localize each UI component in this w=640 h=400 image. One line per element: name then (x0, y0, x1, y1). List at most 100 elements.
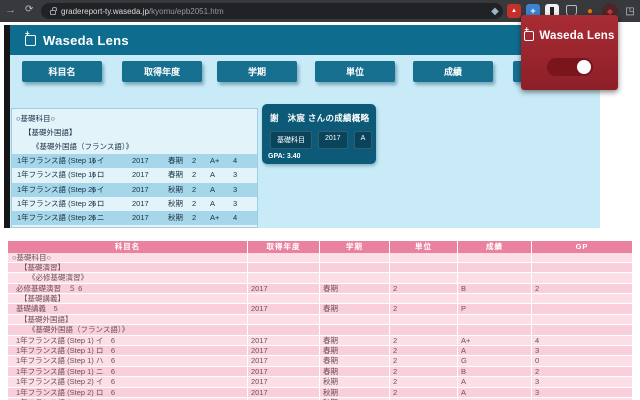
cell-term: 春期 (320, 283, 390, 294)
cell-subject-name: 【基礎外国語】 (8, 314, 248, 325)
course-gp: 4 (233, 213, 238, 223)
cell-term: 秋期 (320, 377, 390, 387)
waseda-lens-logo-icon (25, 30, 36, 46)
course-units: 2 (192, 170, 197, 180)
cell-subject-name: 1年フランス語 (Step 1) ロ 6 (8, 346, 248, 356)
course-gp: 3 (233, 198, 238, 208)
table-row: 1年フランス語 (Step 1) ロ 6 2017 春期 2 A 3 (8, 346, 632, 357)
filter-button-4[interactable]: 単位 (315, 61, 395, 82)
course-gp: 4 (233, 156, 238, 165)
gpa-summary-box: 謝 沐宸 さんの成績概略 基礎科目 2017 A GPA: 3.40 (262, 104, 376, 164)
cell-subject-name: ○基礎科目○ (8, 252, 248, 262)
cell-grade: B (458, 283, 532, 294)
course-row: 1年フランス語 (Step 2) ニ 6 2017 秋期 2 A+ 4 (12, 211, 257, 226)
filter-button-5[interactable]: 成績 (413, 61, 493, 82)
cell-gp: 3 (535, 346, 540, 356)
cell-gp (532, 263, 632, 272)
extension-popup: Waseda Lens (521, 15, 618, 90)
cell-year: 2017 (248, 356, 320, 366)
cell-gp (532, 273, 632, 282)
cell-gp: 0 (535, 356, 540, 366)
cell-grade (458, 314, 532, 325)
cell-subject-name: 1年フランス語 (Step 1) ニ 6 (8, 366, 248, 377)
filter-button-2[interactable]: 取得年度 (122, 61, 202, 82)
pdf-icon[interactable] (507, 4, 521, 18)
course-num: 6 (92, 170, 97, 180)
cell-year: 2017 (248, 346, 320, 356)
course-row: 1年フランス語 (Step 2) イ 6 2017 秋期 2 A 3 (12, 182, 257, 197)
cell-grade: A (458, 377, 532, 387)
cell-year: 2017 (248, 366, 320, 377)
gem-icon[interactable] (488, 4, 502, 18)
course-units: 2 (192, 184, 197, 194)
course-year: 2017 (132, 213, 149, 223)
cell-units: 2 (390, 283, 458, 294)
cell-units (390, 252, 458, 262)
table-row: 1年フランス語 (Step 1) イ 6 2017 春期 2 A+ 4 (8, 335, 632, 347)
cell-grade (458, 262, 532, 273)
course-grade: A+ (210, 156, 220, 165)
grade-column-header: 科目名 (8, 241, 248, 253)
table-row: 【基礎講義】 (8, 294, 632, 305)
cell-subject-name: 必修基礎演習 ５ 6 (8, 283, 248, 294)
cell-units (390, 294, 458, 304)
cell-term (320, 252, 390, 262)
filter-button-3[interactable]: 学期 (217, 61, 297, 82)
cell-gp (532, 294, 632, 303)
cell-subject-name: 《必修基礎演習》 (8, 273, 248, 283)
cell-units (390, 325, 458, 335)
cell-grade: B (458, 366, 532, 377)
cell-term (320, 273, 390, 283)
cell-subject-name: 1年フランス語 (Step 2) ロ 6 (8, 387, 248, 397)
table-row: 基礎講義 5 2017 春期 2 P (8, 304, 632, 315)
filter-chip-2[interactable]: 2017 (318, 131, 348, 149)
course-num: 6 (92, 184, 97, 194)
cell-year: 2017 (248, 377, 320, 387)
puzzle-icon[interactable] (623, 4, 637, 18)
course-term: 秋期 (168, 184, 183, 194)
cell-subject-name: 【基礎講義】 (8, 294, 248, 304)
cell-year: 2017 (248, 335, 320, 346)
table-row: 1年フランス語 (Step 1) ハ 6 2017 春期 2 G 0 (8, 356, 632, 367)
course-grade: A+ (210, 213, 220, 223)
extension-toggle[interactable] (547, 58, 593, 76)
cell-subject-name: 1年フランス語 (Step 1) ハ 6 (8, 356, 248, 366)
filter-chip-3[interactable]: A (353, 131, 373, 149)
gpa-value: GPA: 3.40 (268, 153, 301, 160)
course-year: 2017 (132, 156, 149, 165)
table-row: 【基礎演習】 (8, 262, 632, 274)
cell-year: 2017 (248, 283, 320, 294)
lens-header-title: Waseda Lens (43, 32, 129, 48)
cell-units: 2 (390, 304, 458, 314)
popup-title: Waseda Lens (539, 30, 615, 42)
cell-units: 2 (390, 366, 458, 377)
cell-gp (532, 253, 632, 262)
cell-year (248, 273, 320, 283)
course-section-header: 【基礎外国語】 (24, 128, 77, 137)
filter-button-1[interactable]: 科目名 (22, 61, 102, 82)
reload-icon[interactable]: ⟳ (25, 4, 33, 15)
cell-year: 2017 (248, 304, 320, 314)
cell-units: 2 (390, 335, 458, 346)
course-term: 春期 (168, 170, 183, 180)
course-units: 2 (192, 213, 197, 223)
url-bar[interactable]: gradereport-ty.waseda.jp/kyomu/epb2051.h… (41, 3, 503, 19)
cell-gp: 2 (535, 366, 540, 376)
cell-term: 春期 (320, 346, 390, 356)
toggle-knob (577, 60, 591, 74)
cell-units (390, 262, 458, 273)
cell-units (390, 273, 458, 283)
grade-column-header: 単位 (390, 241, 458, 253)
forward-icon[interactable]: → (5, 4, 16, 16)
cell-year: 2017 (248, 387, 320, 397)
popup-header: Waseda Lens (521, 26, 618, 42)
cell-units: 2 (390, 346, 458, 356)
course-row: 1年フランス語 (Step 2) ロ 6 2017 秋期 2 A 3 (12, 197, 257, 211)
gpa-summary-title: 謝 沐宸 さんの成績概略 (270, 113, 370, 123)
filter-chip-1[interactable]: 基礎科目 (270, 131, 312, 149)
cell-term: 春期 (320, 335, 390, 346)
grade-column-header: 取得年度 (248, 241, 320, 253)
course-term: 秋期 (168, 213, 183, 223)
cell-subject-name: 【基礎演習】 (8, 262, 248, 273)
grade-table: 科目名 取得年度 学期 単位 成績 GP ○基礎科目○ 【基礎演習】 《必修基礎演習》 必修基礎… (8, 241, 632, 400)
